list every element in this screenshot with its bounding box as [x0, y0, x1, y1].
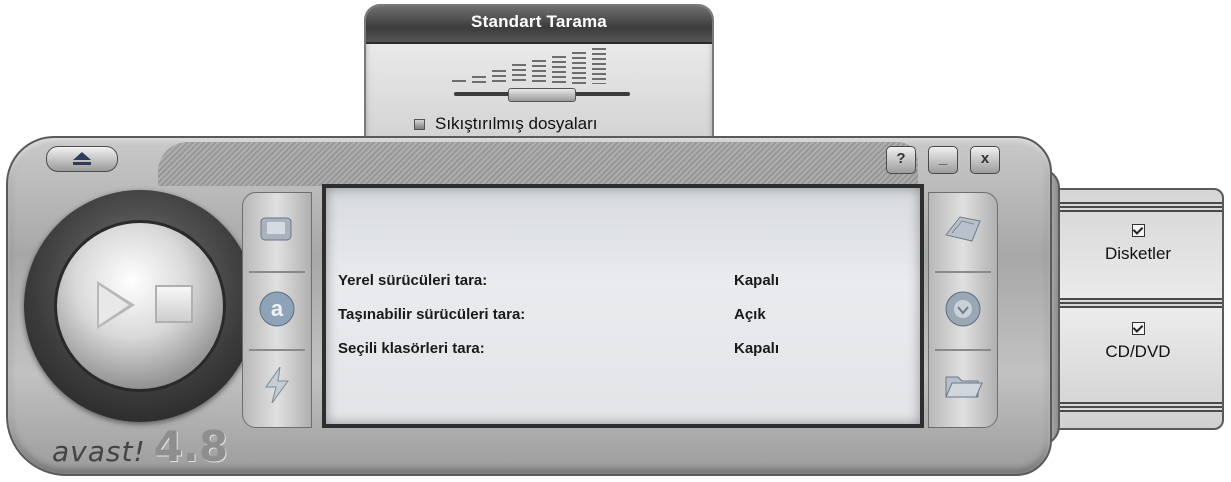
row-value: Kapalı — [734, 272, 780, 289]
help-button[interactable]: ? — [886, 146, 916, 174]
eject-button[interactable] — [46, 146, 118, 172]
diskettes-option[interactable]: Disketler — [1054, 224, 1222, 264]
avast-logo: avast! 4.8 — [52, 422, 228, 471]
main-window: ? _ x avast! 4.8 a Yerel sürücüleri tara… — [6, 136, 1052, 476]
cddvd-label: CD/DVD — [1105, 342, 1171, 361]
row-value: Açık — [734, 306, 766, 323]
scan-mode-title: Standart Tarama — [471, 12, 607, 31]
compressed-files-option[interactable]: Sıkıştırılmış dosyaları — [414, 114, 597, 134]
scan-level-slider[interactable] — [508, 88, 576, 102]
minimize-button[interactable]: _ — [928, 146, 958, 174]
playback-control — [24, 190, 256, 422]
scan-mode-panel: Standart Tarama Sıkıştırılmış dosyaları — [364, 4, 714, 144]
stop-icon[interactable] — [155, 285, 193, 323]
compressed-files-label: Sıkıştırılmış dosyaları — [435, 114, 598, 133]
scan-level-meter[interactable] — [452, 46, 632, 92]
eject-icon — [73, 152, 91, 160]
media-drawer: Disketler CD/DVD — [1052, 188, 1224, 430]
compressed-files-checkbox[interactable] — [414, 118, 425, 130]
version-number: 4.8 — [153, 422, 229, 471]
scan-mode-titlebar: Standart Tarama — [366, 6, 712, 44]
lightning-icon[interactable] — [255, 363, 299, 407]
logo-text: avast! — [52, 435, 146, 468]
play-icon[interactable] — [97, 281, 135, 329]
resident-shield-icon[interactable] — [941, 287, 985, 331]
avast-a-icon[interactable]: a — [255, 287, 299, 331]
info-screen: Yerel sürücüleri tara: Kapalı Taşınabili… — [322, 184, 924, 428]
cddvd-checkbox[interactable] — [1131, 322, 1145, 335]
top-decoration — [158, 142, 918, 186]
row-value: Kapalı — [734, 340, 780, 357]
left-icon-column: a — [242, 192, 312, 428]
right-icon-column — [928, 192, 998, 428]
close-button[interactable]: x — [970, 146, 1000, 174]
cddvd-option[interactable]: CD/DVD — [1054, 322, 1222, 362]
scan-provider-icon[interactable] — [255, 207, 299, 251]
row-label: Yerel sürücüleri tara: — [338, 272, 488, 289]
diskettes-checkbox[interactable] — [1131, 224, 1145, 237]
drawer-ridge — [1054, 202, 1222, 212]
row-label: Seçili klasörleri tara: — [338, 340, 485, 357]
svg-text:a: a — [271, 296, 284, 321]
drawer-ridge — [1054, 402, 1222, 412]
folder-icon[interactable] — [941, 363, 985, 407]
row-label: Taşınabilir sürücüleri tara: — [338, 306, 526, 323]
playback-disc — [54, 220, 226, 392]
drawer-ridge — [1054, 298, 1222, 308]
disk-scan-icon[interactable] — [941, 207, 985, 251]
diskettes-label: Disketler — [1104, 244, 1172, 263]
